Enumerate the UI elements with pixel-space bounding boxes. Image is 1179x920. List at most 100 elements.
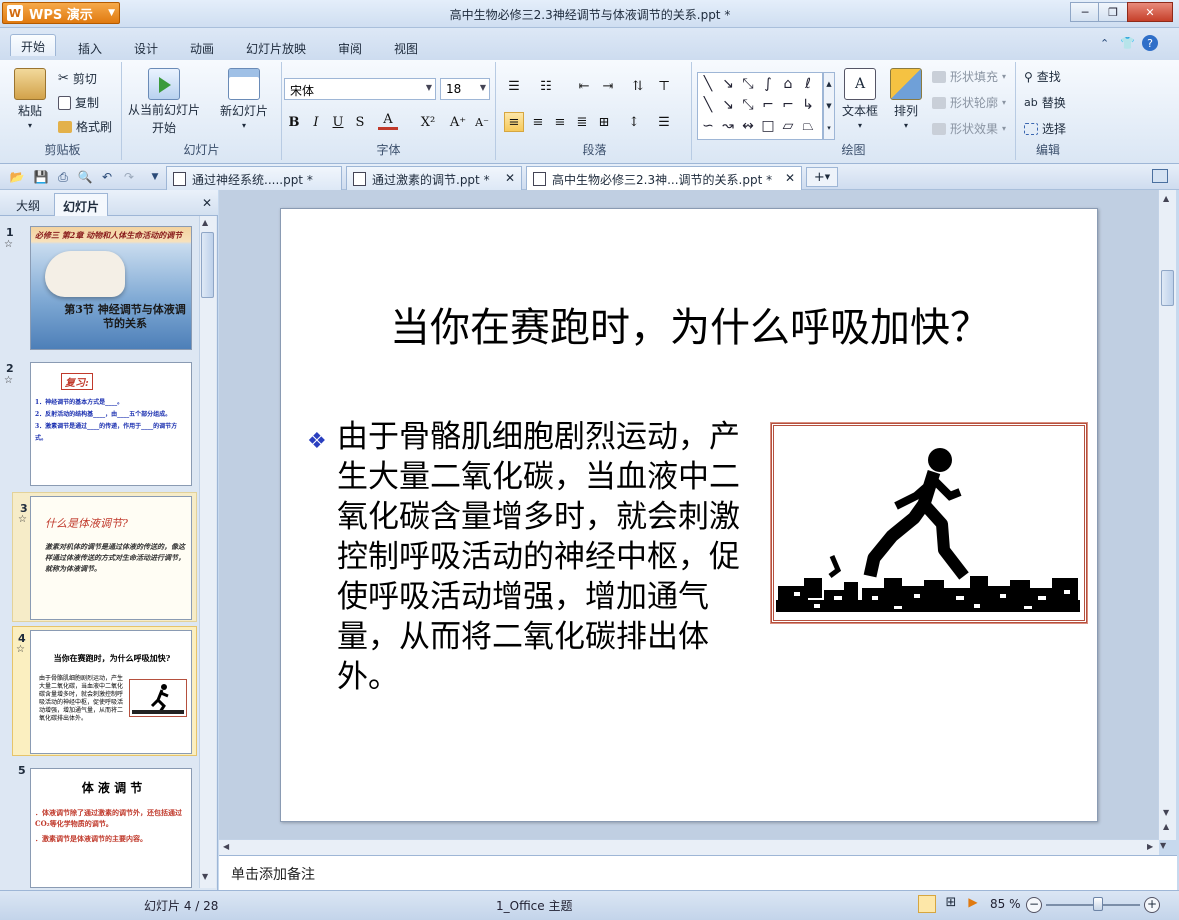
- undo-icon[interactable]: ↶: [98, 168, 116, 186]
- tab-design[interactable]: 设计: [124, 37, 168, 59]
- font-size-select[interactable]: 18 ▼: [440, 78, 490, 100]
- redo-icon[interactable]: ↷: [120, 168, 138, 186]
- close-panel-icon[interactable]: ✕: [202, 196, 212, 210]
- play-from-current-button[interactable]: 从当前幻灯片 开始: [128, 68, 200, 136]
- elbow-connector-icon[interactable]: ⤡: [738, 94, 758, 115]
- doc-tab-2[interactable]: 通过激素的调节.ppt * ✕: [346, 166, 522, 190]
- doc-tab-3[interactable]: 高中生物必修三2.3神...调节的关系.ppt * ✕: [526, 166, 802, 190]
- curved-connector-icon[interactable]: ∽: [698, 115, 718, 136]
- previous-slide-icon[interactable]: ▲: [1163, 822, 1169, 831]
- scroll-up-icon[interactable]: ▲: [202, 218, 208, 227]
- scroll-thumb[interactable]: [201, 232, 214, 298]
- justify-icon[interactable]: ≣: [572, 112, 592, 132]
- tab-view[interactable]: 视图: [384, 37, 428, 59]
- format-painter-button[interactable]: 格式刷: [58, 118, 112, 135]
- select-button[interactable]: 选择: [1024, 120, 1066, 137]
- normal-view-icon[interactable]: [918, 895, 936, 913]
- doc-tab-1[interactable]: 通过神经系统.....ppt *: [166, 166, 342, 190]
- slideshow-icon[interactable]: ▶: [964, 895, 982, 913]
- line-spacing-icon[interactable]: ↕: [624, 112, 644, 132]
- grow-font-button[interactable]: A⁺: [448, 112, 468, 132]
- slide-thumb-5[interactable]: 5 体 液 调 节 ．体液调节除了通过激素的调节外，还包括通过CO₂等化学物质的…: [0, 764, 200, 888]
- skin-icon[interactable]: 👕: [1120, 36, 1135, 50]
- next-slide-icon[interactable]: ▼: [1160, 841, 1166, 850]
- shapes-gallery[interactable]: ╲ ↘ ⤡ ∫ ⌂ ℓ ╲ ↘ ⤡ ⌐ ⌐ ↳ ∽ ↝ ↭ □ ▱ ⏢: [697, 72, 823, 140]
- curved-arrow-icon[interactable]: ↝: [718, 115, 738, 136]
- save-icon[interactable]: 💾: [32, 168, 50, 186]
- italic-button[interactable]: I: [306, 112, 326, 132]
- tab-slides[interactable]: 幻灯片: [54, 193, 109, 216]
- elbow-arrow-icon[interactable]: ⌐: [778, 94, 798, 115]
- slide-sorter-icon[interactable]: ⊞: [942, 895, 960, 913]
- close-tab-icon[interactable]: ✕: [505, 171, 515, 190]
- tab-animation[interactable]: 动画: [180, 37, 224, 59]
- slide-thumb-3[interactable]: 3 ☆ 什么是体液调节? 激素对机体的调节是通过体液的传送的，像这样通过体液传送…: [0, 492, 200, 622]
- horizontal-scrollbar[interactable]: ◀ ▶: [219, 839, 1159, 855]
- help-icon[interactable]: ?: [1142, 35, 1158, 51]
- textbox-button[interactable]: A 文本框 ▾: [842, 68, 878, 130]
- parallelogram-shape-icon[interactable]: ▱: [778, 115, 798, 136]
- underline-button[interactable]: U: [328, 112, 348, 132]
- freeform-shape-icon[interactable]: ⌂: [778, 73, 798, 94]
- bullets-icon[interactable]: ☰: [504, 76, 524, 96]
- elbow-double-icon[interactable]: ↳: [798, 94, 818, 115]
- tab-list-icon[interactable]: [1152, 169, 1168, 183]
- distribute-icon[interactable]: ⊞: [594, 112, 614, 132]
- rectangle-shape-icon[interactable]: □: [758, 115, 778, 136]
- scribble-shape-icon[interactable]: ℓ: [798, 73, 818, 94]
- slide-thumb-2[interactable]: 2 ☆ 复习: 1．神经调节的基本方式是____。 2．反射活动的结构基____…: [0, 362, 200, 486]
- curve-shape-icon[interactable]: ∫: [758, 73, 778, 94]
- arrow-shape-icon[interactable]: ↘: [718, 73, 738, 94]
- slide-thumb-4[interactable]: 4 ☆ 当你在赛跑时，为什么呼吸加快? 由于骨骼肌细胞剧烈运动，产生大量二氧化碳…: [0, 626, 200, 758]
- curved-double-icon[interactable]: ↭: [738, 115, 758, 136]
- current-slide[interactable]: 当你在赛跑时，为什么呼吸加快？ ❖ 由于骨骼肌细胞剧烈运动，产生大量二氧化碳，当…: [280, 208, 1098, 822]
- minimize-button[interactable]: ─: [1070, 2, 1100, 22]
- cut-button[interactable]: ✂ 剪切: [58, 70, 97, 87]
- shape-effect-button[interactable]: 形状效果 ▾: [932, 120, 1006, 137]
- trapezoid-shape-icon[interactable]: ⏢: [798, 115, 818, 136]
- align-right-icon[interactable]: ≡: [550, 112, 570, 132]
- scroll-thumb[interactable]: [1161, 270, 1174, 306]
- connector-shape-icon[interactable]: ╲: [698, 94, 718, 115]
- columns-icon[interactable]: ☰: [654, 112, 674, 132]
- numbering-icon[interactable]: ☷: [536, 76, 556, 96]
- restore-button[interactable]: ❐: [1098, 2, 1128, 22]
- align-left-icon[interactable]: ≡: [504, 112, 524, 132]
- new-slide-button[interactable]: 新幻灯片 ▾: [220, 68, 268, 130]
- print-icon[interactable]: ⎙: [54, 168, 72, 186]
- font-name-select[interactable]: 宋体 ▼: [284, 78, 436, 100]
- notes-pane[interactable]: 单击添加备注: [219, 855, 1177, 890]
- align-text-icon[interactable]: ⊤: [654, 76, 674, 96]
- scroll-down-icon[interactable]: ▼: [202, 872, 208, 881]
- zoom-out-icon[interactable]: −: [1026, 897, 1042, 913]
- tab-review[interactable]: 审阅: [328, 37, 372, 59]
- vertical-scrollbar[interactable]: ▲ ▼ ▲: [1158, 190, 1176, 840]
- zoom-slider-thumb[interactable]: [1092, 897, 1103, 911]
- slide-thumb-1[interactable]: 1 ☆ 必修三 第2章 动物和人体生命活动的调节 第3节 神经调节与体液调节的关…: [0, 226, 200, 350]
- arrow-connector-icon[interactable]: ↘: [718, 94, 738, 115]
- find-button[interactable]: ⚲ 查找: [1024, 68, 1061, 85]
- slide-body-text[interactable]: 由于骨骼肌细胞剧烈运动，产生大量二氧化碳，当血液中二氧化碳含量增多时，就会刺激控…: [337, 417, 747, 697]
- bold-button[interactable]: B: [284, 112, 304, 132]
- close-button[interactable]: ✕: [1127, 2, 1173, 22]
- paste-button[interactable]: 粘贴 ▾: [14, 68, 46, 130]
- collapse-ribbon-icon[interactable]: ⌃: [1100, 37, 1109, 50]
- print-preview-icon[interactable]: 🔍: [76, 168, 94, 186]
- shapes-scroll[interactable]: ▲ ▼ ▾: [823, 72, 835, 140]
- arrange-button[interactable]: 排列 ▾: [890, 68, 922, 130]
- scroll-left-icon[interactable]: ◀: [223, 842, 229, 851]
- tab-home[interactable]: 开始: [10, 34, 57, 56]
- elbow-shape-icon[interactable]: ⌐: [758, 94, 778, 115]
- zoom-in-icon[interactable]: +: [1144, 897, 1160, 913]
- decrease-indent-icon[interactable]: ⇤: [574, 76, 594, 96]
- copy-button[interactable]: 复制: [58, 94, 99, 111]
- text-direction-icon[interactable]: ⇅: [628, 76, 648, 96]
- new-tab-button[interactable]: + ▼: [806, 167, 838, 187]
- scroll-up-icon[interactable]: ▲: [1163, 194, 1169, 203]
- shape-fill-button[interactable]: 形状填充 ▾: [932, 68, 1006, 85]
- customize-dropdown-icon[interactable]: ▼: [146, 168, 164, 186]
- tab-outline[interactable]: 大纲: [8, 193, 48, 216]
- increase-indent-icon[interactable]: ⇥: [598, 76, 618, 96]
- scroll-down-icon[interactable]: ▼: [1163, 808, 1169, 817]
- panel-scrollbar[interactable]: ▲ ▼: [199, 216, 216, 888]
